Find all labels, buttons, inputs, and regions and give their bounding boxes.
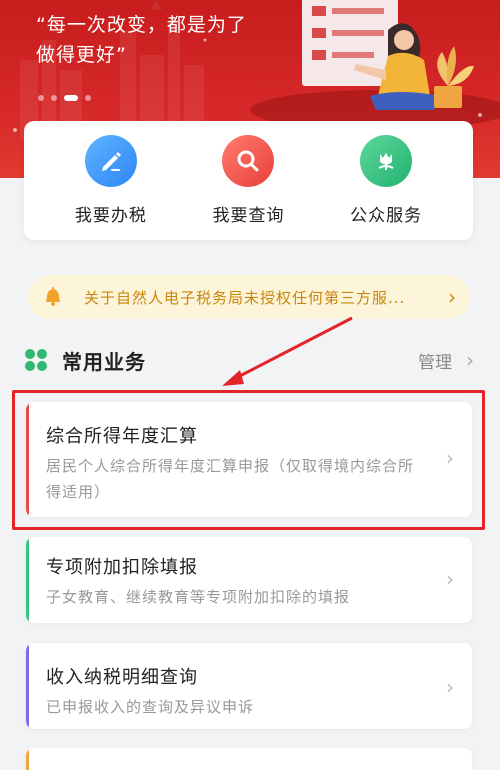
carousel-dot[interactable]	[51, 95, 57, 101]
card-accent-stripe	[26, 402, 29, 517]
chevron-right-icon: ›	[466, 348, 474, 372]
entry-label: 公众服务	[350, 206, 423, 226]
notice-bar[interactable]: 关于自然人电子税务局未授权任何第三方服... ›	[28, 275, 470, 319]
service-card-annual-settlement[interactable]: 综合所得年度汇算 居民个人综合所得年度汇算申报（仅取得境内综合所得适用） ›	[26, 402, 472, 517]
entry-label: 我要查询	[212, 206, 285, 226]
service-title: 收入纳税明细查询	[46, 667, 198, 688]
service-card-income-query[interactable]: 收入纳税明细查询 已申报收入的查询及异议申诉 ›	[26, 643, 472, 729]
section-header: 常用业务 管理 ›	[24, 340, 474, 380]
entry-label: 我要办税	[74, 206, 147, 226]
service-card-special-deduction[interactable]: 专项附加扣除填报 子女教育、继续教育等专项附加扣除的填报 ›	[26, 537, 472, 623]
service-title: 专项附加扣除填报	[46, 557, 198, 578]
carousel-dot-active[interactable]	[64, 95, 78, 101]
service-card-partial[interactable]	[26, 748, 472, 770]
notice-text: 关于自然人电子税务局未授权任何第三方服...	[84, 288, 406, 307]
entry-public-service[interactable]: 公众服务	[331, 135, 441, 226]
tulip-icon	[360, 135, 413, 187]
chevron-right-icon: ›	[448, 285, 456, 309]
grid-icon	[25, 349, 47, 371]
entry-file-tax[interactable]: 我要办税	[56, 135, 166, 226]
section-title: 常用业务	[62, 349, 146, 374]
entry-query[interactable]: 我要查询	[193, 135, 303, 226]
service-title: 综合所得年度汇算	[46, 426, 198, 447]
service-desc: 居民个人综合所得年度汇算申报（仅取得境内综合所得适用）	[46, 457, 415, 501]
quick-entry-card: 我要办税 我要查询 公众服务	[24, 121, 473, 240]
carousel-dot[interactable]	[85, 95, 91, 101]
pen-icon	[84, 135, 137, 187]
carousel-dots[interactable]	[38, 95, 91, 101]
card-accent-stripe	[26, 537, 29, 623]
bell-icon	[46, 287, 60, 306]
carousel-dot[interactable]	[38, 95, 44, 101]
woman-with-document-illustration	[302, 0, 474, 110]
chevron-right-icon: ›	[446, 567, 454, 591]
magnifier-icon	[222, 135, 275, 187]
manage-button[interactable]: 管理 ›	[418, 348, 474, 373]
chevron-right-icon: ›	[446, 446, 454, 470]
card-accent-stripe	[26, 748, 29, 770]
service-desc: 子女教育、继续教育等专项附加扣除的填报	[46, 588, 351, 606]
manage-label: 管理	[418, 352, 452, 373]
card-accent-stripe	[26, 643, 29, 729]
service-desc: 已申报收入的查询及异议申诉	[46, 698, 255, 716]
chevron-right-icon: ›	[446, 675, 454, 699]
